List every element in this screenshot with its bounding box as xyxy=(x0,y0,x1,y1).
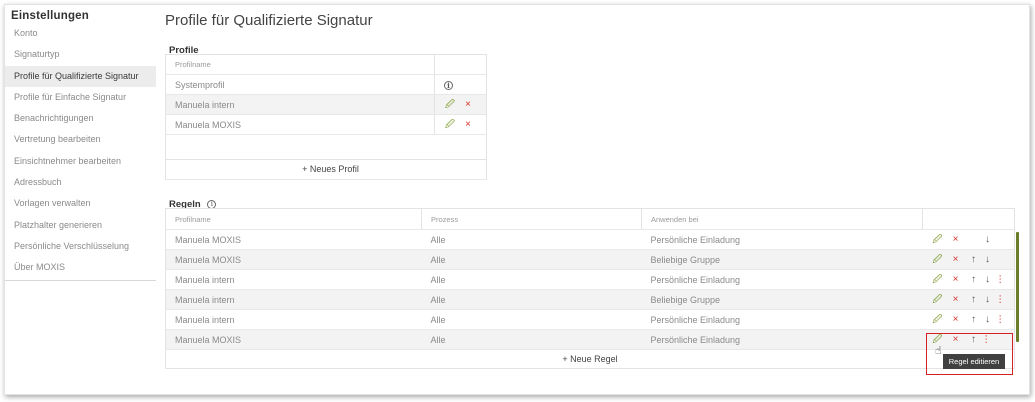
rules-header-apply: Anwenden bei xyxy=(641,208,923,230)
edit-icon[interactable]: 🖉 xyxy=(444,97,456,113)
rule-apply: Persönliche Einladung xyxy=(641,229,923,250)
table-row: Manuela intern Alle Persönliche Einladun… xyxy=(165,309,1015,330)
profile-actions: 🖉 × xyxy=(434,114,487,135)
more-icon[interactable]: ⋮ xyxy=(996,294,1006,305)
delete-icon[interactable]: × xyxy=(950,254,962,265)
move-down-icon[interactable]: ↓ xyxy=(982,274,994,285)
edit-icon[interactable]: 🖉 xyxy=(932,252,944,268)
table-row: Manuela MOXIS Alle Beliebige Gruppe 🖉 × ↑ ↓ xyxy=(165,249,1015,270)
scrollbar[interactable] xyxy=(1016,232,1019,342)
move-up-icon[interactable]: ↑ xyxy=(968,254,980,265)
profile-actions: i xyxy=(434,74,487,95)
table-row: Manuela intern 🖉 × xyxy=(165,94,487,115)
sidebar-item-viewers[interactable]: Einsichtnehmer bearbeiten xyxy=(5,151,156,172)
page-title: Profile für Qualifizierte Signatur xyxy=(165,12,373,29)
move-up-icon[interactable]: ↑ xyxy=(968,314,980,325)
rule-actions: 🖉 × ↑ ↓ xyxy=(922,249,1015,270)
sidebar-items: Konto Signaturtyp Profile für Qualifizie… xyxy=(5,23,156,279)
profiles-header-row: Profilname xyxy=(165,54,487,75)
rule-apply: Persönliche Einladung xyxy=(641,309,923,330)
rules-header-row: Profilname Prozess Anwenden bei xyxy=(165,208,1015,230)
delete-icon[interactable]: × xyxy=(950,274,962,285)
sidebar-title: Einstellungen xyxy=(11,10,89,22)
edit-icon[interactable]: 🖉 xyxy=(932,292,944,308)
rule-process: Alle xyxy=(421,329,642,350)
sidebar-item-notifications[interactable]: Benachrichtigungen xyxy=(5,108,156,129)
rule-process: Alle xyxy=(421,269,642,290)
edit-icon[interactable]: 🖉 xyxy=(932,312,944,328)
table-row: Manuela MOXIS 🖉 × xyxy=(165,114,487,135)
sidebar-item-qualified-profiles[interactable]: Profile für Qualifizierte Signatur xyxy=(5,65,156,87)
sidebar-item-address-book[interactable]: Adressbuch xyxy=(5,172,156,193)
profile-actions: 🖉 × xyxy=(434,94,487,115)
rule-apply: Persönliche Einladung xyxy=(641,269,923,290)
rule-profile: Manuela intern xyxy=(165,309,422,330)
more-icon[interactable]: ⋮ xyxy=(996,314,1006,325)
sidebar-item-about[interactable]: Über MOXIS xyxy=(5,257,156,278)
sidebar-item-delegation[interactable]: Vertretung bearbeiten xyxy=(5,129,156,150)
rule-apply: Beliebige Gruppe xyxy=(641,249,923,270)
table-row: Manuela intern Alle Persönliche Einladun… xyxy=(165,269,1015,290)
delete-icon[interactable]: × xyxy=(950,234,962,245)
move-down-icon[interactable]: ↓ xyxy=(982,234,994,245)
sidebar-item-encryption[interactable]: Persönliche Verschlüsselung xyxy=(5,236,156,257)
rule-apply: Persönliche Einladung xyxy=(641,329,923,350)
new-rule-button[interactable]: + Neue Regel xyxy=(166,350,1015,369)
move-down-icon[interactable]: ↓ xyxy=(982,294,994,305)
delete-icon[interactable]: × xyxy=(950,294,962,305)
sidebar-item-placeholders[interactable]: Platzhalter generieren xyxy=(5,215,156,236)
rule-profile: Manuela intern xyxy=(165,269,422,290)
rule-actions: 🖉 × ↓ xyxy=(922,229,1015,250)
sidebar-divider xyxy=(5,280,156,281)
table-row-empty xyxy=(165,134,487,160)
profile-name: Systemprofil xyxy=(165,74,435,95)
rule-profile: Manuela intern xyxy=(165,289,422,310)
sidebar-item-templates[interactable]: Vorlagen verwalten xyxy=(5,193,156,214)
rules-header-actions xyxy=(922,208,1015,230)
edit-icon[interactable]: 🖉 xyxy=(932,232,944,248)
sidebar-item-konto[interactable]: Konto xyxy=(5,23,156,44)
rule-profile: Manuela MOXIS xyxy=(165,329,422,350)
hand-cursor-icon: ☝ xyxy=(935,345,942,357)
profile-name: Manuela intern xyxy=(165,94,435,115)
profiles-header-name: Profilname xyxy=(165,54,435,75)
rule-process: Alle xyxy=(421,249,642,270)
info-icon[interactable]: i xyxy=(444,80,453,90)
delete-icon[interactable]: × xyxy=(462,99,474,110)
new-profile-row: + Neues Profil xyxy=(165,159,487,180)
move-down-icon[interactable]: ↓ xyxy=(982,314,994,325)
move-up-icon[interactable]: ↑ xyxy=(968,274,980,285)
rule-process: Alle xyxy=(421,289,642,310)
rule-profile: Manuela MOXIS xyxy=(165,229,422,250)
move-up-icon[interactable]: ↑ xyxy=(968,294,980,305)
edit-rule-tooltip: Regel editieren xyxy=(943,354,1005,369)
new-profile-button[interactable]: + Neues Profil xyxy=(165,159,487,180)
sidebar-item-simple-profiles[interactable]: Profile für Einfache Signatur xyxy=(5,87,156,108)
rule-actions: 🖉 × ↑ ↓ ⋮ xyxy=(922,269,1015,290)
table-row: Manuela MOXIS Alle Persönliche Einladung… xyxy=(165,229,1015,250)
profiles-header-actions xyxy=(434,54,487,75)
rule-actions: 🖉 × ↑ ↓ ⋮ xyxy=(922,289,1015,310)
rule-actions: 🖉 × ↑ ↓ ⋮ xyxy=(922,309,1015,330)
new-rule-row: + Neue Regel xyxy=(166,350,1015,369)
more-icon[interactable]: ⋮ xyxy=(996,274,1006,285)
move-down-icon[interactable]: ↓ xyxy=(982,254,994,265)
delete-icon[interactable]: × xyxy=(462,119,474,130)
table-row: Manuela intern Alle Beliebige Gruppe 🖉 × ↑… xyxy=(165,289,1015,310)
rule-process: Alle xyxy=(421,309,642,330)
edit-icon[interactable]: 🖉 xyxy=(932,272,944,288)
table-row: Manuela MOXIS Alle Persönliche Einladung… xyxy=(165,329,1015,350)
profiles-table: Profilname Systemprofil i Manuela intern… xyxy=(165,54,487,180)
rules-header-profile: Profilname xyxy=(165,208,422,230)
delete-icon[interactable]: × xyxy=(950,314,962,325)
profile-name: Manuela MOXIS xyxy=(165,114,435,135)
table-row: Systemprofil i xyxy=(165,74,487,95)
rules-header-process: Prozess xyxy=(421,208,642,230)
edit-icon[interactable]: 🖉 xyxy=(444,117,456,133)
rules-table: Profilname Prozess Anwenden bei Manuela … xyxy=(165,208,1015,369)
rule-process: Alle xyxy=(421,229,642,250)
rule-apply: Beliebige Gruppe xyxy=(641,289,923,310)
sidebar-item-signaturtyp[interactable]: Signaturtyp xyxy=(5,44,156,65)
rule-profile: Manuela MOXIS xyxy=(165,249,422,270)
